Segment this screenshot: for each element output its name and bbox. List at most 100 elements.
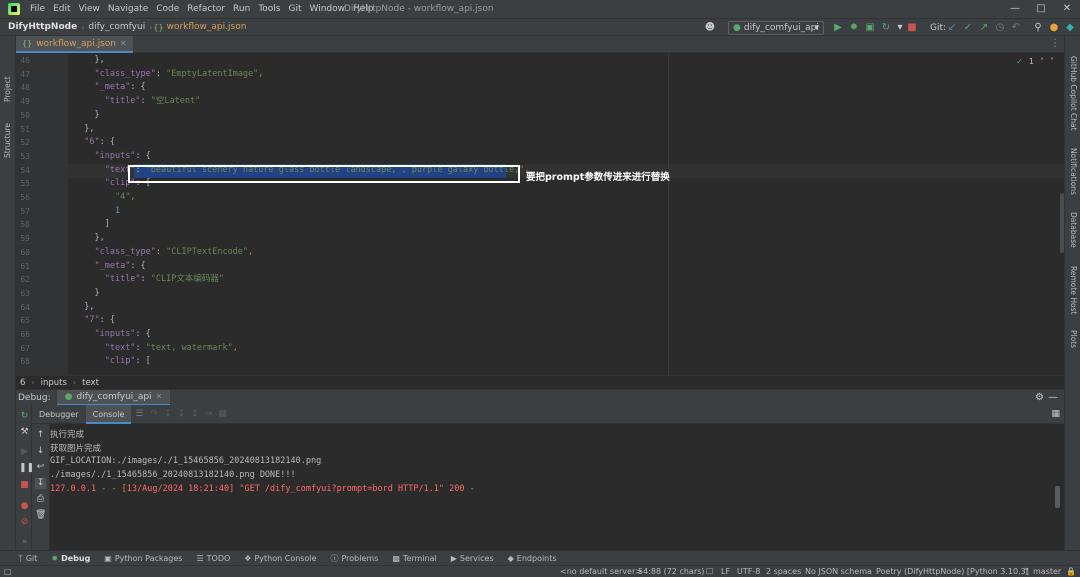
run-to-cursor-icon[interactable]: ⇥ <box>202 409 216 419</box>
notifications-tool-button[interactable]: Notifications <box>1069 148 1078 195</box>
pause-icon[interactable]: ❚❚ <box>19 463 34 474</box>
resume-icon[interactable]: ▶ <box>19 447 30 458</box>
trash-icon[interactable]: 🗑 <box>35 510 46 521</box>
breadcrumb-item[interactable]: inputs <box>41 378 67 388</box>
menu-window[interactable]: Window <box>306 0 350 18</box>
endpoints-tool-button[interactable]: ◆ Endpoints <box>508 554 557 563</box>
run-icon[interactable]: ▶ <box>832 22 844 34</box>
database-tool-button[interactable]: Database <box>1069 212 1078 248</box>
nav-file[interactable]: workflow_api.json <box>164 22 250 32</box>
coverage-icon[interactable]: ▣ <box>864 22 876 34</box>
terminal-tool-button[interactable]: ▩ Terminal <box>392 554 436 563</box>
tab-debugger[interactable]: Debugger <box>32 405 86 424</box>
console-output[interactable]: 执行完成 获取图片完成 GIF_LOCATION:./images/./1_15… <box>50 424 1064 550</box>
status-server[interactable]: <no default server> <box>560 566 642 577</box>
status-position[interactable]: 54:88 (72 chars) <box>638 566 704 577</box>
copilot-chat-tool-button[interactable]: GitHub Copilot Chat <box>1069 56 1078 131</box>
python-console-tool-button[interactable]: ❖ Python Console <box>244 554 316 563</box>
rerun-icon[interactable]: ↻ <box>19 411 30 422</box>
menu-run[interactable]: Run <box>229 0 254 18</box>
breadcrumb-item[interactable]: 6 <box>20 378 25 388</box>
remote-host-tool-button[interactable]: Remote Host <box>1069 266 1078 314</box>
debug-icon[interactable]: ✸ <box>848 22 860 34</box>
todo-tool-button[interactable]: ☰ TODO <box>196 554 230 563</box>
close-icon[interactable]: ✕ <box>1054 0 1080 18</box>
menu-file[interactable]: File <box>26 0 49 18</box>
arrow-up-icon[interactable]: ↑ <box>35 430 46 441</box>
expand-icon[interactable]: » <box>19 537 30 548</box>
hide-icon[interactable]: — <box>1048 392 1058 403</box>
menu-git[interactable]: Git <box>284 0 305 18</box>
git-commit-icon[interactable]: ✓ <box>962 22 974 34</box>
menu-tools[interactable]: Tools <box>254 0 284 18</box>
services-tool-button[interactable]: ▶ Services <box>451 554 494 563</box>
maximize-icon[interactable]: □ <box>1028 0 1054 18</box>
readonly-lock-icon[interactable]: ☐ <box>706 566 713 577</box>
status-indent[interactable]: 2 spaces <box>766 566 801 577</box>
stop-icon[interactable]: ■ <box>906 22 918 34</box>
menu-refactor[interactable]: Refactor <box>183 0 229 18</box>
close-tab-icon[interactable]: ✕ <box>156 392 163 401</box>
mute-breakpoints-icon[interactable]: ⊘ <box>19 517 30 528</box>
git-rollback-icon[interactable]: ↶ <box>1010 22 1022 34</box>
scroll-to-end-icon[interactable]: ↧ <box>35 478 46 489</box>
chevron-up-icon[interactable]: ˄ <box>1040 57 1044 66</box>
debug-session-tab[interactable]: ● dify_comfyui_api ✕ <box>56 389 171 406</box>
more-icon[interactable]: ⋮ <box>1050 38 1060 49</box>
evaluate-icon[interactable]: ▦ <box>215 409 230 419</box>
layout-icon[interactable]: ▦ <box>1051 409 1060 419</box>
lock-icon[interactable]: 🔒 <box>1066 566 1076 577</box>
wrench-icon[interactable]: ⚒ <box>19 427 30 438</box>
step-into-my-code-icon[interactable]: ↧ <box>175 409 189 419</box>
git-update-icon[interactable]: ↙ <box>946 22 958 34</box>
step-over-icon[interactable]: ↷ <box>147 409 161 419</box>
print-icon[interactable]: ⎙ <box>35 494 46 505</box>
soft-wrap-icon[interactable]: ↩ <box>35 462 46 473</box>
list-icon[interactable]: ☰ <box>131 409 147 419</box>
user-icon[interactable]: ☻ <box>704 22 716 34</box>
step-out-icon[interactable]: ↥ <box>188 409 202 419</box>
status-interpreter[interactable]: Poetry (DifyHttpNode) [Python 3.10.3] <box>876 566 1029 577</box>
status-line-separator[interactable]: LF <box>721 566 730 577</box>
more-run-icon[interactable]: ▾ <box>894 22 906 34</box>
inspection-widget[interactable]: ✓ 1 ˄ ˅ <box>1016 57 1054 66</box>
structure-tool-button[interactable]: Structure <box>3 123 12 158</box>
git-tool-button[interactable]: ᛉ Git <box>18 554 37 563</box>
status-encoding[interactable]: UTF-8 <box>737 566 760 577</box>
project-tool-button[interactable]: Project <box>3 76 12 102</box>
run-configuration-select[interactable]: ● dify_comfyui_api ▾ <box>728 21 824 35</box>
menu-code[interactable]: Code <box>152 0 183 18</box>
python-packages-tool-button[interactable]: ▣ Python Packages <box>104 554 182 563</box>
menu-navigate[interactable]: Navigate <box>104 0 152 18</box>
nav-folder[interactable]: dify_comfyui <box>85 22 148 32</box>
git-push-icon[interactable]: ↗ <box>978 22 990 34</box>
problems-tool-button[interactable]: ⓘ Problems <box>330 553 378 564</box>
breakpoints-icon[interactable]: ● <box>19 501 30 512</box>
gear-icon[interactable]: ⚙ <box>1035 392 1044 403</box>
step-into-icon[interactable]: ↧ <box>161 409 175 419</box>
profile-icon[interactable]: ↻ <box>880 22 892 34</box>
debug-tool-button[interactable]: ✸ Debug <box>51 554 90 563</box>
plots-tool-button[interactable]: Plots <box>1069 330 1078 348</box>
chevron-down-icon[interactable]: ˅ <box>1050 57 1054 66</box>
editor-scrollbar[interactable] <box>1060 193 1064 253</box>
status-json-schema[interactable]: No JSON schema <box>805 566 872 577</box>
menu-edit[interactable]: Edit <box>49 0 74 18</box>
git-history-icon[interactable]: ◷ <box>994 22 1006 34</box>
breadcrumb-item[interactable]: text <box>82 378 99 388</box>
code-editor[interactable]: 46 47 48 49 50 51 52 53 54 55 56 57 58 59 60 61 62 63 64 65… <box>16 53 1064 375</box>
search-icon[interactable]: ⚲ <box>1032 22 1044 34</box>
editor-tab-workflow-api[interactable]: {} workflow_api.json ✕ <box>16 36 133 53</box>
minimize-icon[interactable]: — <box>1002 0 1028 18</box>
status-git-branch[interactable]: master <box>1033 566 1061 577</box>
arrow-down-icon[interactable]: ↓ <box>35 446 46 457</box>
nav-project[interactable]: DifyHttpNode <box>0 22 80 32</box>
status-bar-toggle-icon[interactable]: □ <box>4 566 12 577</box>
menu-view[interactable]: View <box>75 0 104 18</box>
close-tab-icon[interactable]: ✕ <box>120 39 127 48</box>
tab-console[interactable]: Console <box>85 404 132 424</box>
stop-icon[interactable]: ■ <box>19 480 30 491</box>
jetbrains-ai-icon[interactable]: ◆ <box>1064 22 1076 34</box>
updates-icon[interactable]: ● <box>1048 22 1060 34</box>
console-scrollbar[interactable] <box>1055 486 1060 508</box>
